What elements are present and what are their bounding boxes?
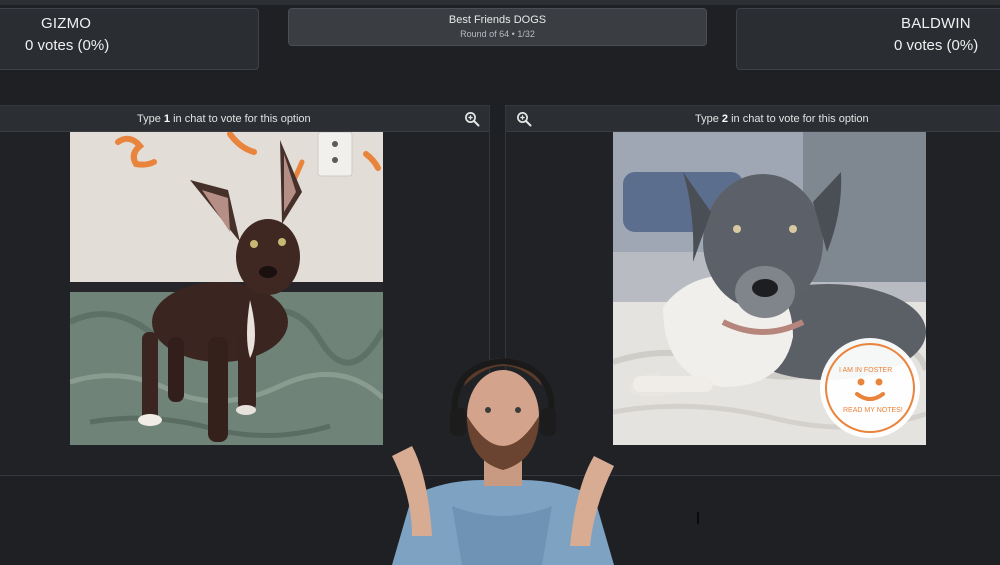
badge-top-text: I AM IN FOSTER <box>839 367 892 374</box>
left-option-name: GIZMO <box>41 15 92 32</box>
left-vote-instruction: Type 1 in chat to vote for this option <box>137 113 311 125</box>
cursor-mark <box>697 512 699 524</box>
left-option-votes: 0 votes (0%) <box>25 37 110 54</box>
instruction-prefix: Type <box>137 113 164 125</box>
right-dog-photo[interactable]: I AM IN FOSTER READ MY NOTES! <box>613 132 926 445</box>
round-subtitle: Round of 64 • 1/32 <box>460 29 535 39</box>
zoom-in-icon[interactable] <box>516 111 532 127</box>
instruction-prefix: Type <box>695 113 722 125</box>
right-vote-bar: Type 2 in chat to vote for this option <box>506 106 1000 132</box>
round-title: Best Friends DOGS <box>448 14 547 26</box>
right-vote-instruction: Type 2 in chat to vote for this option <box>695 113 869 125</box>
round-info: Best Friends DOGS Round of 64 • 1/32 <box>288 8 707 46</box>
streamer-webcam <box>392 346 614 565</box>
zoom-in-icon[interactable] <box>464 111 480 127</box>
right-option-name: BALDWIN <box>901 15 971 32</box>
instruction-suffix: in chat to vote for this option <box>728 113 869 125</box>
right-option-votes: 0 votes (0%) <box>894 37 979 54</box>
left-score-card: GIZMO 0 votes (0%) <box>0 8 259 70</box>
instruction-suffix: in chat to vote for this option <box>170 113 311 125</box>
left-dog-photo[interactable] <box>70 132 383 445</box>
top-edge <box>0 0 1000 5</box>
left-vote-bar: Type 1 in chat to vote for this option <box>0 106 489 132</box>
streamer-illustration <box>392 357 614 565</box>
right-score-card: BALDWIN 0 votes (0%) <box>736 8 1000 70</box>
badge-bottom-text: READ MY NOTES! <box>843 407 903 414</box>
dog-illustration: I AM IN FOSTER READ MY NOTES! <box>613 132 926 445</box>
puppy-illustration <box>70 132 383 445</box>
